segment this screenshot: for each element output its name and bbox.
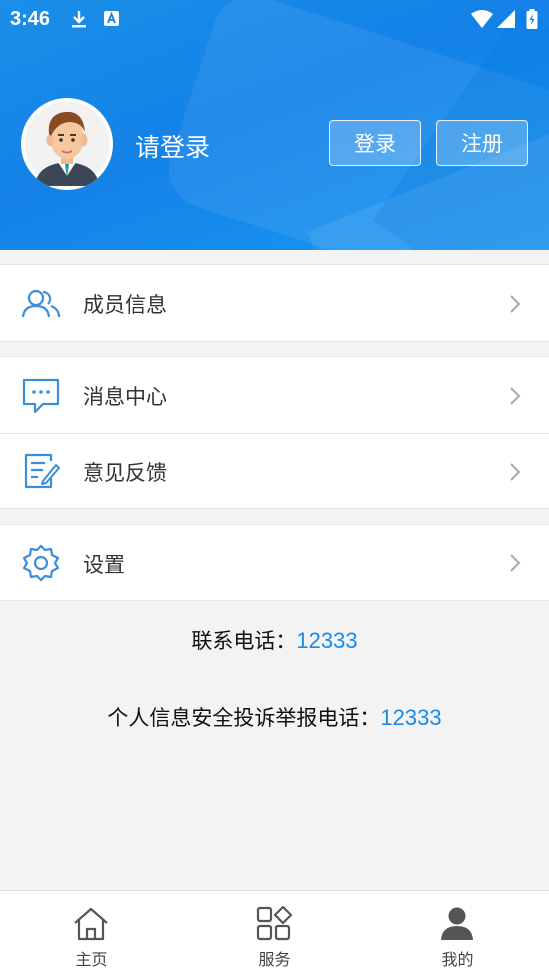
tab-label-home: 主页 (75, 950, 108, 969)
avatar-illustration (21, 98, 113, 190)
tab-label-service: 服务 (258, 950, 291, 969)
contact-phone-number[interactable]: 12333 (296, 628, 357, 653)
chevron-right-icon (510, 554, 521, 572)
menu-label-settings: 设置 (83, 553, 125, 577)
gear-icon (22, 544, 60, 582)
service-grid-icon (256, 906, 293, 941)
battery-icon (526, 9, 538, 29)
profile-header: 3:46 请登录 登录 注册 (0, 0, 549, 250)
login-button[interactable]: 登录 (329, 120, 421, 166)
contact-phone-label: 联系电话： (191, 629, 297, 653)
register-button[interactable]: 注册 (436, 120, 528, 166)
user-icon (441, 907, 473, 940)
status-bar: 3:46 (0, 0, 549, 38)
menu-item-feedback[interactable]: 意见反馈 (0, 434, 549, 509)
menu-item-messages[interactable]: 消息中心 (0, 357, 549, 433)
avatar[interactable] (21, 98, 113, 190)
a-badge-icon (104, 11, 119, 26)
home-icon (74, 907, 108, 941)
report-phone-number[interactable]: 12333 (380, 705, 441, 730)
signal-icon (497, 10, 515, 28)
menu-group-messages-feedback: 消息中心 意见反馈 (0, 356, 549, 509)
report-phone: 个人信息安全投诉举报电话：12333 (0, 702, 549, 732)
contact-phone: 联系电话：12333 (0, 625, 549, 655)
chevron-right-icon (510, 387, 521, 405)
login-prompt[interactable]: 请登录 (135, 128, 210, 164)
download-icon (72, 11, 86, 28)
feedback-icon (24, 453, 60, 489)
tab-home[interactable]: 主页 (0, 891, 183, 976)
members-icon (21, 289, 61, 318)
chevron-right-icon (510, 295, 521, 313)
report-phone-label: 个人信息安全投诉举报电话： (107, 706, 381, 730)
menu-item-settings[interactable]: 设置 (0, 524, 549, 601)
tab-mine[interactable]: 我的 (366, 891, 549, 976)
chevron-right-icon (510, 463, 521, 481)
menu-item-members[interactable]: 成员信息 (0, 264, 549, 342)
tab-label-mine: 我的 (441, 950, 474, 969)
tab-service[interactable]: 服务 (183, 891, 366, 976)
menu-label-feedback: 意见反馈 (83, 461, 167, 485)
wifi-icon (471, 10, 493, 28)
menu-label-members: 成员信息 (83, 293, 167, 317)
bottom-tab-bar: 主页 服务 我的 (0, 890, 549, 976)
message-icon (22, 378, 60, 414)
status-time: 3:46 (10, 8, 51, 30)
menu-label-messages: 消息中心 (83, 385, 167, 409)
